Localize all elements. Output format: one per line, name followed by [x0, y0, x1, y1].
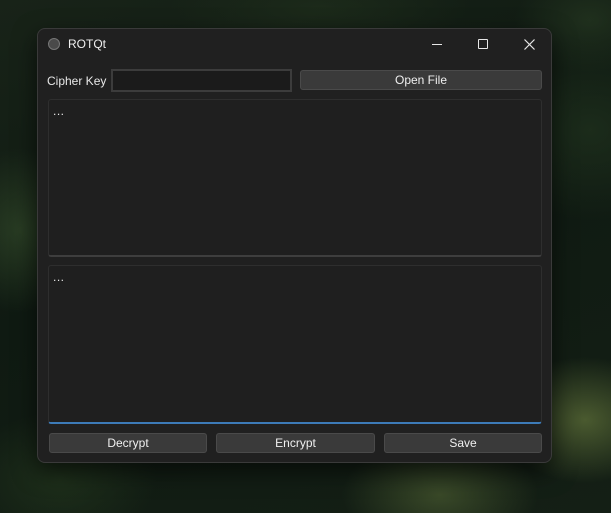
open-file-button[interactable]: Open File — [300, 70, 542, 90]
encrypt-button[interactable]: Encrypt — [216, 433, 375, 453]
output-text-content: ... — [53, 270, 65, 284]
desktop-background: ROTQt Cipher Key Open File ... ... Decry — [0, 0, 611, 513]
close-button[interactable] — [506, 29, 551, 59]
input-text-content: ... — [53, 104, 65, 118]
input-text-area[interactable]: ... — [48, 99, 542, 257]
rotqt-window: ROTQt Cipher Key Open File ... ... Decry — [37, 28, 552, 463]
maximize-button[interactable] — [460, 29, 506, 59]
cipher-key-label: Cipher Key — [47, 74, 107, 88]
window-title: ROTQt — [68, 37, 106, 51]
minimize-icon — [432, 43, 442, 45]
output-text-area[interactable]: ... — [48, 265, 542, 424]
maximize-icon — [478, 39, 488, 49]
save-button[interactable]: Save — [384, 433, 542, 453]
decrypt-button[interactable]: Decrypt — [49, 433, 207, 453]
cipher-key-input[interactable] — [111, 69, 292, 92]
app-circle-icon — [48, 38, 60, 50]
minimize-button[interactable] — [414, 29, 460, 59]
close-icon — [523, 38, 535, 50]
title-bar[interactable]: ROTQt — [38, 29, 551, 61]
